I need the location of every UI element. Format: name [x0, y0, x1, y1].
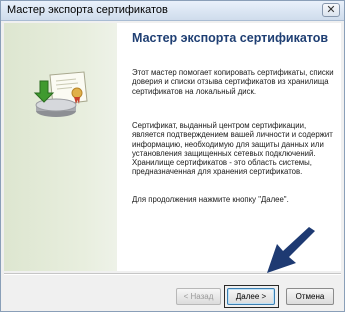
certificate-export-wizard-window: Мастер экспорта сертификатов ✕ Мастер эк…: [0, 0, 345, 312]
window-title: Мастер экспорта сертификатов: [7, 4, 168, 16]
title-bar[interactable]: Мастер экспорта сертификатов ✕: [1, 1, 344, 21]
close-icon: ✕: [326, 3, 336, 16]
pointer-arrow-icon: [267, 227, 315, 273]
next-button[interactable]: Далее >: [227, 288, 275, 305]
cancel-button[interactable]: Отмена: [286, 288, 334, 305]
wizard-side-panel: [4, 23, 117, 271]
certificate-export-icon: [33, 71, 88, 117]
close-button[interactable]: ✕: [322, 3, 340, 17]
continue-instruction: Для продолжения нажмите кнопку "Далее".: [132, 195, 289, 204]
back-button[interactable]: < Назад: [176, 288, 221, 305]
wizard-heading: Мастер экспорта сертификатов: [132, 31, 329, 45]
intro-paragraph: Этот мастер помогает копировать сертифик…: [132, 68, 334, 96]
certificate-description-paragraph: Сертификат, выданный центром сертификаци…: [132, 121, 333, 177]
